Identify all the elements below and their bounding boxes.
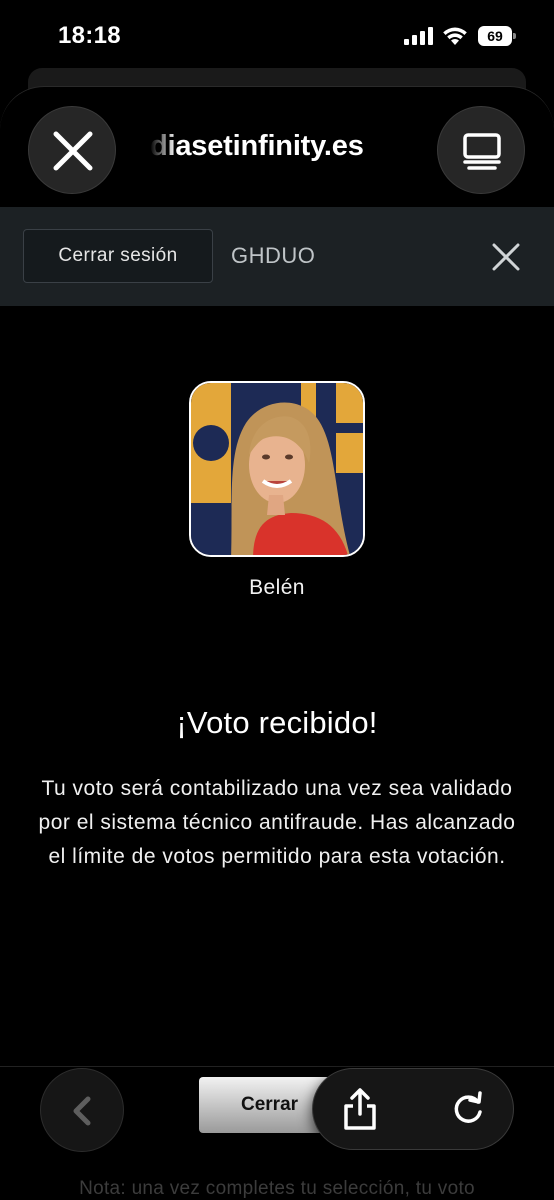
back-button[interactable]: [40, 1068, 124, 1152]
status-time: 18:18: [58, 22, 121, 49]
battery-indicator: 69: [478, 26, 516, 46]
candidate-name: Belén: [249, 576, 305, 599]
vote-confirmation-title: ¡Voto recibido!: [176, 705, 378, 740]
tabs-icon: [463, 133, 501, 170]
tabs-button[interactable]: [437, 106, 525, 194]
close-icon[interactable]: [490, 241, 522, 273]
close-tab-button[interactable]: [28, 106, 116, 194]
user-code: GHDUO: [231, 243, 316, 268]
candidate-photo: [189, 381, 365, 557]
footnote: Nota: una vez completes tu selección, tu…: [79, 1178, 475, 1199]
vote-confirmation-message: Tu voto será contabilizado una vez sea v…: [38, 777, 516, 868]
battery-level: 69: [487, 28, 503, 44]
reload-icon[interactable]: [448, 1088, 488, 1128]
url-field[interactable]: diasetinfinity.es: [150, 130, 428, 163]
logout-button[interactable]: Cerrar sesión: [23, 229, 213, 283]
share-icon[interactable]: [340, 1086, 380, 1132]
cellular-signal-icon: [404, 27, 433, 45]
status-bar: 18:18 69: [0, 0, 554, 72]
toolbar-divider: [0, 1066, 554, 1067]
url-fade: [150, 120, 176, 180]
chevron-left-icon: [73, 1096, 91, 1126]
wifi-icon: [443, 27, 467, 45]
close-icon: [53, 131, 93, 171]
